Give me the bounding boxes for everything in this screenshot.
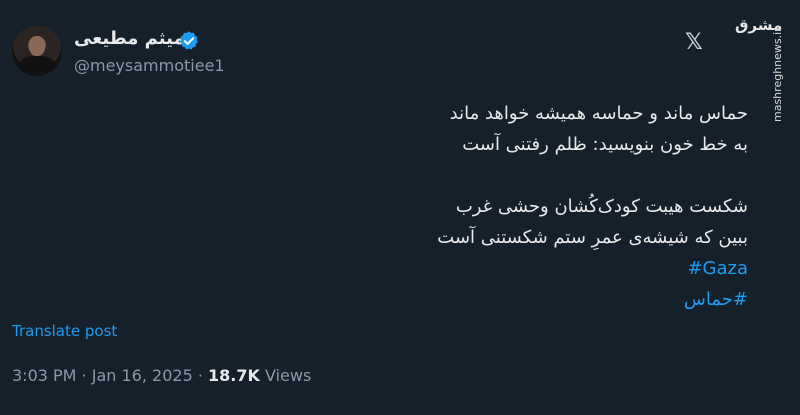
- hashtag-link[interactable]: #Gaza: [228, 253, 748, 284]
- meta-separator: ·: [197, 366, 203, 385]
- verified-badge-icon: [180, 31, 198, 50]
- post-text: حماس ماند و حماسه همیشه خواهد ماند به خط…: [228, 98, 748, 315]
- post-line: حماس ماند و حماسه همیشه خواهد ماند: [449, 103, 748, 124]
- hashtag-link[interactable]: #حماس: [228, 284, 748, 315]
- user-handle[interactable]: @meysammotiee1: [74, 56, 225, 75]
- post-meta: 3:03 PM · Jan 16, 2025 · 18.7K Views: [12, 366, 311, 385]
- views-label: Views: [265, 366, 312, 385]
- x-logo-icon: 𝕏: [685, 30, 703, 55]
- post-line-spacer: [228, 160, 748, 191]
- meta-separator: ·: [81, 366, 87, 385]
- watermark-url: mashreghnews.ir: [771, 27, 784, 122]
- views-count[interactable]: 18.7K: [208, 366, 260, 385]
- post-line: شکست هیبت کودک‌کُشان وحشی غرب: [455, 196, 748, 217]
- post-date[interactable]: Jan 16, 2025: [92, 366, 193, 385]
- post-time[interactable]: 3:03 PM: [12, 366, 76, 385]
- translate-post-link[interactable]: Translate post: [12, 322, 117, 340]
- post-line: به خط خون بنویسید: ظلم رفتنی آست: [462, 134, 748, 155]
- display-name[interactable]: میثم مطیعی: [74, 28, 185, 49]
- avatar[interactable]: [12, 26, 62, 76]
- avatar-face: [29, 36, 45, 56]
- post-line: ببین که شیشه‌ی عمرِ ستم شکستنی آست: [437, 227, 748, 248]
- avatar-body: [18, 56, 56, 76]
